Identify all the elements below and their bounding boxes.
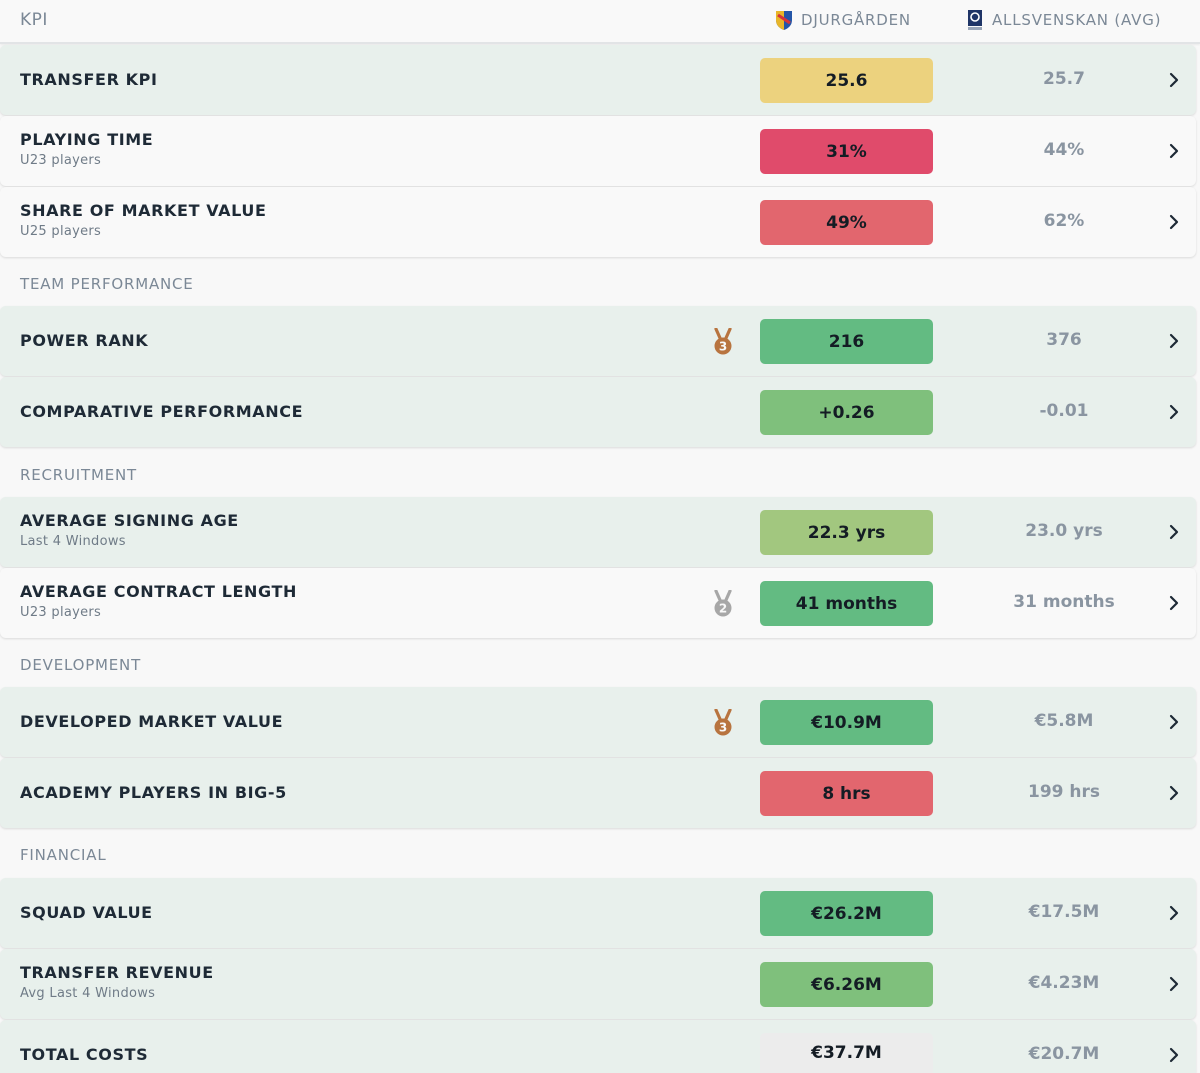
league-avg-value: 62%	[1043, 211, 1085, 231]
kpi-row-academy-players-in-big-5[interactable]: ACADEMY PLAYERS IN BIG-5 8 hrs 199 hrs	[0, 758, 1196, 828]
section-heading-recruitment: RECRUITMENT	[20, 466, 137, 484]
kpi-subtitle: Avg Last 4 Windows	[20, 986, 156, 1001]
team-value-pill: 22.3 yrs	[760, 510, 933, 555]
svg-text:3: 3	[719, 340, 727, 354]
kpi-column-label: KPI	[20, 10, 48, 30]
team-value-pill: 49%	[760, 200, 933, 245]
table-header: KPI DJURGÅRDEN ALLSVENSKAN (AVG)	[0, 0, 1200, 44]
chevron-right-icon[interactable]	[1164, 402, 1184, 422]
bronze-medal-3-icon: 3	[714, 709, 732, 736]
kpi-row-share-of-market-value[interactable]: SHARE OF MARKET VALUE U25 players 49% 62…	[0, 187, 1196, 257]
chevron-right-icon[interactable]	[1164, 593, 1184, 613]
chevron-right-icon[interactable]	[1164, 331, 1184, 351]
league-avg-value: 23.0 yrs	[1025, 521, 1103, 541]
allsvenskan-logo-icon	[968, 10, 982, 30]
team-value-pill: 25.6	[760, 58, 933, 103]
kpi-subtitle: U25 players	[20, 224, 102, 239]
section-heading-financial: FINANCIAL	[20, 846, 107, 864]
league-avg-value: 25.7	[1043, 69, 1085, 89]
chevron-right-icon[interactable]	[1164, 974, 1184, 994]
chevron-right-icon[interactable]	[1164, 141, 1184, 161]
chevron-right-icon[interactable]	[1164, 70, 1184, 90]
kpi-row-transfer-revenue[interactable]: TRANSFER REVENUE Avg Last 4 Windows €6.2…	[0, 949, 1196, 1019]
league-avg-value: €20.7M	[1028, 1044, 1100, 1064]
league-avg-value: 376	[1046, 330, 1082, 350]
kpi-name: COMPARATIVE PERFORMANCE	[20, 402, 304, 421]
kpi-name: ACADEMY PLAYERS IN BIG-5	[20, 783, 287, 802]
kpi-row-comparative-performance[interactable]: COMPARATIVE PERFORMANCE +0.26 -0.01	[0, 377, 1196, 447]
league-avg-value: 199 hrs	[1027, 782, 1100, 802]
kpi-name: AVERAGE CONTRACT LENGTH	[20, 582, 297, 601]
kpi-row-squad-value[interactable]: SQUAD VALUE €26.2M €17.5M	[0, 878, 1196, 948]
bronze-medal-3-icon: 3	[714, 328, 732, 355]
team-value-pill: €10.9M	[760, 700, 933, 745]
kpi-row-average-contract-length[interactable]: AVERAGE CONTRACT LENGTH U23 players 2 41…	[0, 568, 1196, 638]
team-value-pill: 8 hrs	[760, 771, 933, 816]
team-value-pill: 216	[760, 319, 933, 364]
kpi-row-developed-market-value[interactable]: DEVELOPED MARKET VALUE 3 €10.9M €5.8M	[0, 687, 1196, 757]
league-avg-value: €5.8M	[1034, 711, 1094, 731]
chevron-right-icon[interactable]	[1164, 522, 1184, 542]
kpi-name: SQUAD VALUE	[20, 903, 153, 922]
kpi-name: PLAYING TIME	[20, 130, 154, 149]
team-value-pill: €6.26M	[760, 962, 933, 1007]
svg-text:2: 2	[719, 602, 727, 616]
kpi-name: DEVELOPED MARKET VALUE	[20, 712, 284, 731]
kpi-name: TOTAL COSTS	[20, 1045, 149, 1064]
league-avg-value: €4.23M	[1028, 973, 1100, 993]
team-column-label: DJURGÅRDEN	[801, 11, 911, 29]
djurgarden-crest-icon	[776, 11, 792, 30]
svg-text:3: 3	[719, 721, 727, 735]
team-value-pill: +0.26	[760, 390, 933, 435]
kpi-name: TRANSFER KPI	[20, 70, 158, 89]
chevron-right-icon[interactable]	[1164, 903, 1184, 923]
kpi-name: TRANSFER REVENUE	[20, 963, 214, 982]
team-value-pill: €37.7M	[760, 1033, 933, 1073]
team-value-pill: 31%	[760, 129, 933, 174]
kpi-subtitle: U23 players	[20, 605, 102, 620]
silver-medal-2-icon: 2	[714, 590, 732, 617]
league-avg-value: -0.01	[1039, 401, 1089, 421]
chevron-right-icon[interactable]	[1164, 1045, 1184, 1065]
chevron-right-icon[interactable]	[1164, 783, 1184, 803]
kpi-row-total-costs[interactable]: TOTAL COSTS €37.7M €20.7M	[0, 1020, 1196, 1073]
kpi-subtitle: U23 players	[20, 153, 102, 168]
chevron-right-icon[interactable]	[1164, 212, 1184, 232]
kpi-name: POWER RANK	[20, 331, 149, 350]
league-avg-value: 31 months	[1013, 592, 1115, 612]
team-value-pill: 41 months	[760, 581, 933, 626]
chevron-right-icon[interactable]	[1164, 712, 1184, 732]
team-value-pill: €26.2M	[760, 891, 933, 936]
kpi-name: AVERAGE SIGNING AGE	[20, 511, 239, 530]
kpi-row-average-signing-age[interactable]: AVERAGE SIGNING AGE Last 4 Windows 22.3 …	[0, 497, 1196, 567]
league-column-header: ALLSVENSKAN (AVG)	[965, 9, 1161, 31]
team-column-header: DJURGÅRDEN	[774, 9, 911, 31]
kpi-name: SHARE OF MARKET VALUE	[20, 201, 267, 220]
league-column-label: ALLSVENSKAN (AVG)	[992, 11, 1162, 29]
kpi-row-power-rank[interactable]: POWER RANK 3 216 376	[0, 306, 1196, 376]
league-avg-value: €17.5M	[1028, 902, 1100, 922]
league-avg-value: 44%	[1043, 140, 1085, 160]
kpi-row-playing-time[interactable]: PLAYING TIME U23 players 31% 44%	[0, 116, 1196, 186]
kpi-subtitle: Last 4 Windows	[20, 534, 126, 549]
kpi-row-transfer-kpi[interactable]: TRANSFER KPI 25.6 25.7	[0, 45, 1196, 115]
section-heading-team-performance: TEAM PERFORMANCE	[20, 275, 194, 293]
section-heading-development: DEVELOPMENT	[20, 656, 142, 674]
